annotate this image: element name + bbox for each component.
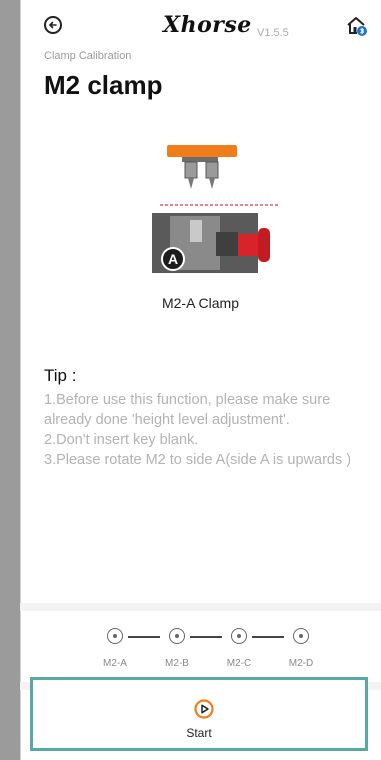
- step-label: M2-B: [165, 658, 189, 669]
- page-title: M2 clamp: [44, 70, 163, 100]
- tip-line: 2.Don't insert key blank.: [44, 432, 199, 448]
- app-version: V1.5.5: [257, 27, 289, 39]
- side-a-badge: A: [168, 251, 178, 267]
- step-dot-m2-b[interactable]: [169, 628, 185, 644]
- clamp-illustration: A: [152, 145, 280, 273]
- clamp-side-stepper: M2-A M2-B M2-C M2-D: [20, 620, 381, 680]
- home-button[interactable]: [345, 14, 369, 38]
- start-label: Start: [186, 726, 212, 740]
- tip-text: 1.Before use this function, please make …: [44, 390, 364, 470]
- clamp-knob: [238, 234, 260, 256]
- step-connector: [190, 636, 222, 638]
- home-bluetooth-icon: [347, 17, 367, 36]
- brand-name: Xhorse: [163, 12, 252, 38]
- step-label: M2-C: [226, 658, 252, 669]
- back-arrow-icon: [48, 21, 57, 29]
- tip-heading: Tip :: [44, 366, 77, 385]
- step-label: M2-D: [288, 658, 314, 669]
- step-connector: [128, 636, 160, 638]
- section-divider: [20, 603, 381, 611]
- step-label: M2-A: [103, 658, 127, 669]
- step-dot-m2-c[interactable]: [231, 628, 247, 644]
- clamp-caption: M2-A Clamp: [161, 295, 240, 311]
- top-bar: Xhorse V1.5.5: [20, 0, 381, 46]
- back-button[interactable]: [44, 16, 62, 34]
- breadcrumb: Clamp Calibration: [44, 50, 132, 62]
- tip-line: 1.Before use this function, please make …: [44, 392, 331, 428]
- cutter-head: [167, 145, 237, 157]
- app-screen: Xhorse V1.5.5 Clamp Calibration M2 clamp: [20, 0, 381, 760]
- step-dot-m2-a[interactable]: [107, 628, 123, 644]
- start-button[interactable]: Start: [30, 677, 368, 751]
- step-dot-m2-d[interactable]: [293, 628, 309, 644]
- tip-line: 3.Please rotate M2 to side A(side A is u…: [44, 452, 352, 468]
- step-connector: [252, 636, 284, 638]
- brand-logo: Xhorse: [163, 12, 252, 38]
- play-icon: [194, 699, 214, 719]
